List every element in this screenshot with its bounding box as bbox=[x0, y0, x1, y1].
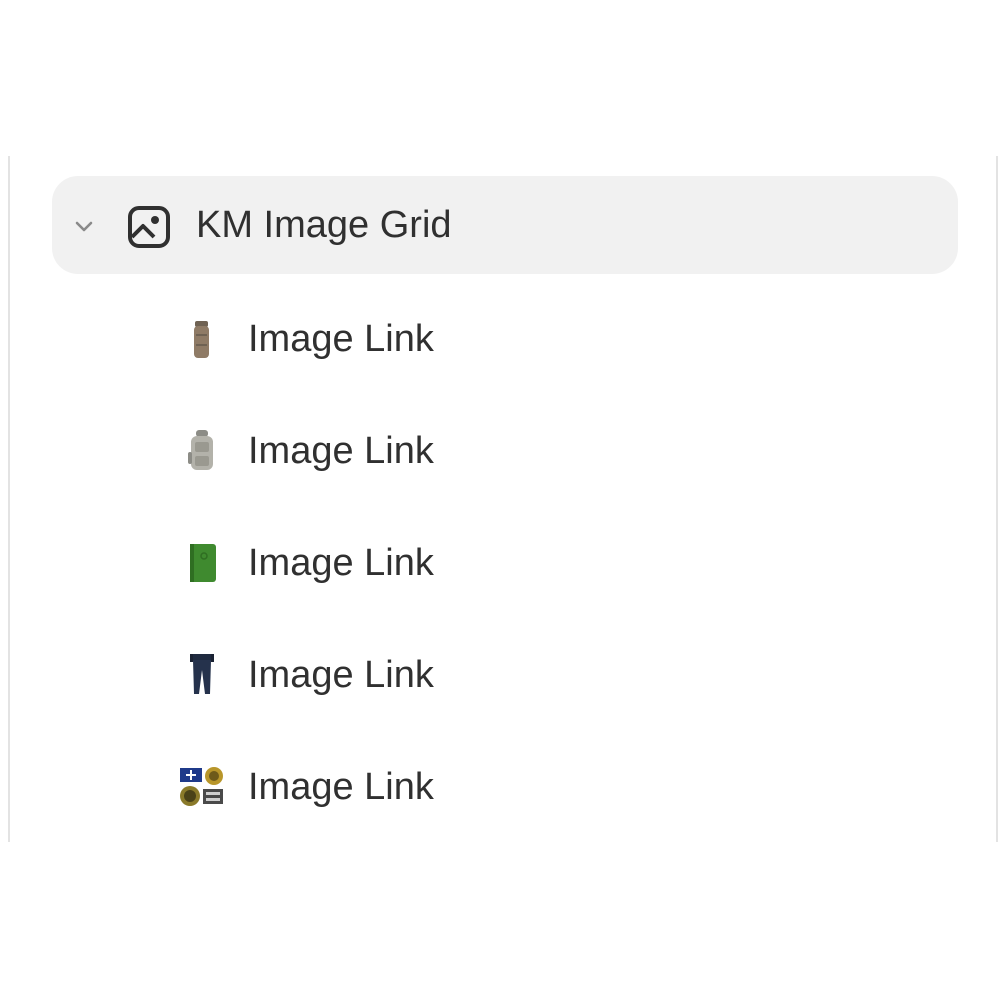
block-label: Image Link bbox=[248, 542, 434, 584]
section-title: KM Image Grid bbox=[196, 204, 452, 246]
block-label: Image Link bbox=[248, 318, 434, 360]
green-notebook-thumbnail bbox=[190, 544, 216, 582]
section-header-km-image-grid[interactable]: KM Image Grid bbox=[52, 176, 958, 274]
block-label: Image Link bbox=[248, 430, 434, 472]
block-item-image-link-3[interactable]: Image Link bbox=[160, 520, 660, 600]
patches-thumbnail bbox=[180, 767, 223, 806]
block-item-image-link-1[interactable]: Image Link bbox=[160, 296, 660, 376]
block-label: Image Link bbox=[248, 766, 434, 808]
block-item-image-link-2[interactable]: Image Link bbox=[160, 408, 660, 488]
block-label: Image Link bbox=[248, 654, 434, 696]
tan-pouch-thumbnail bbox=[194, 321, 209, 358]
sidebar-section-panel: KM Image Grid Image Link Image Link Imag… bbox=[8, 156, 998, 842]
block-item-image-link-5[interactable]: Image Link bbox=[160, 744, 660, 824]
block-item-image-link-4[interactable]: Image Link bbox=[160, 632, 660, 712]
image-section-icon bbox=[128, 206, 170, 248]
gray-backpack-thumbnail bbox=[188, 430, 213, 470]
navy-pants-thumbnail bbox=[190, 654, 214, 694]
chevron-down-icon[interactable] bbox=[70, 212, 98, 240]
